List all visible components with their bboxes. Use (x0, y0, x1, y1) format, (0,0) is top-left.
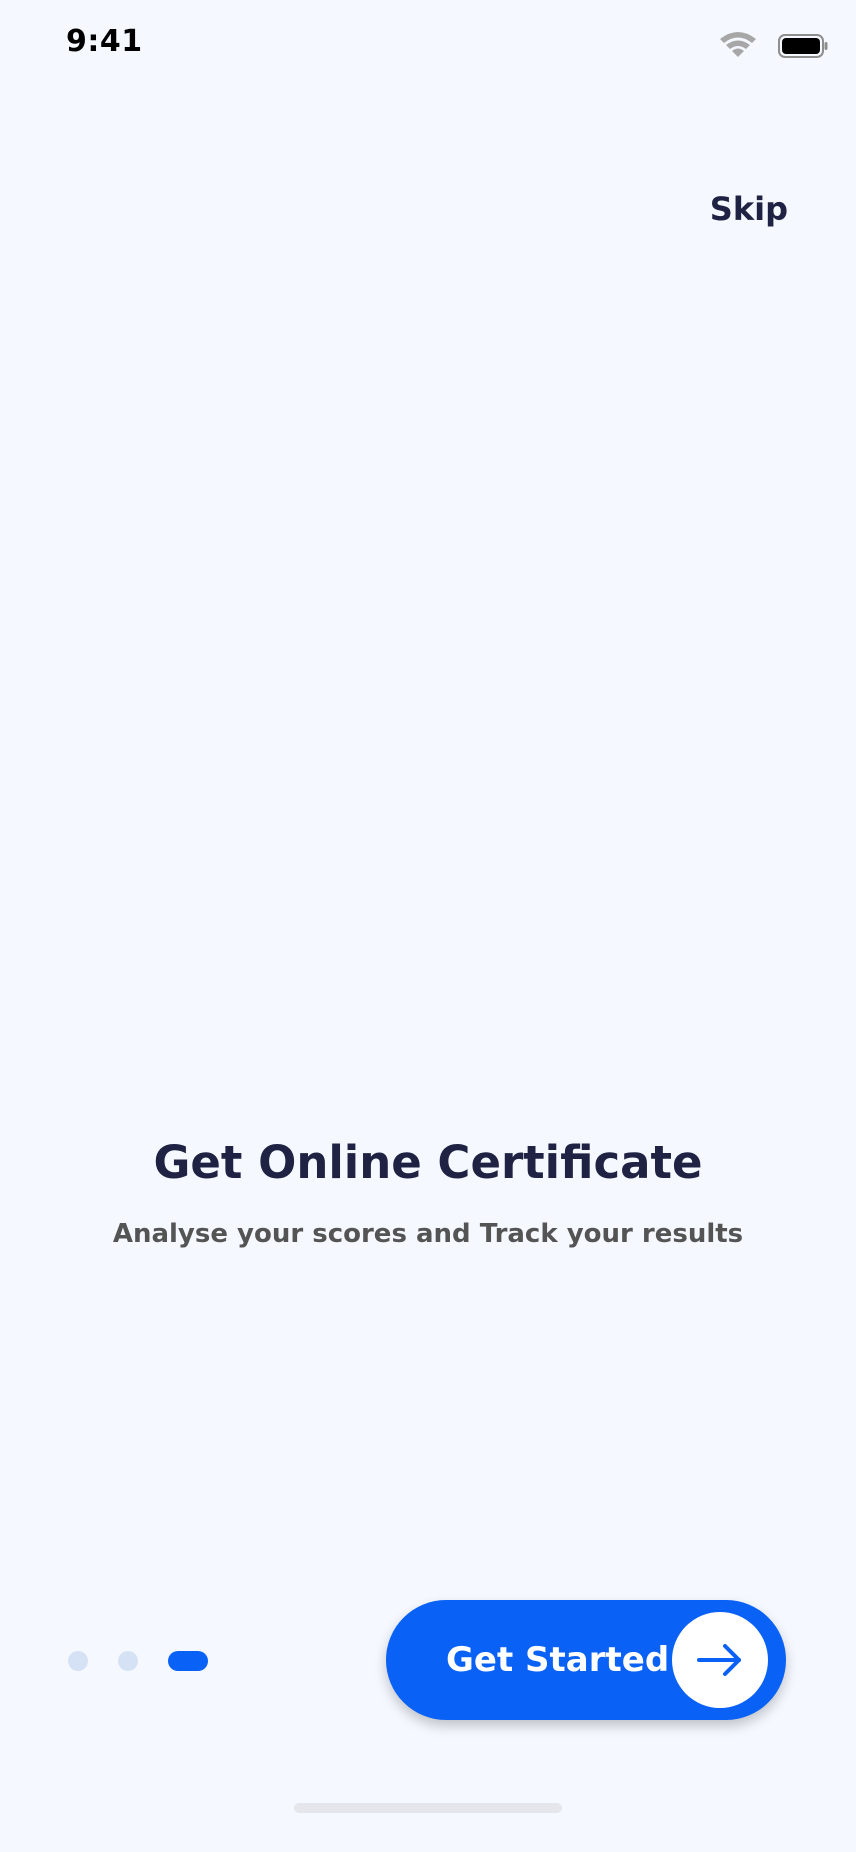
arrow-right-icon (697, 1644, 741, 1676)
arrow-circle (672, 1612, 768, 1708)
page-dot-1[interactable] (68, 1651, 88, 1671)
skip-button[interactable]: Skip (710, 190, 788, 228)
page-dot-3-active[interactable] (168, 1651, 208, 1671)
onboarding-title: Get Online Certificate (153, 1136, 703, 1189)
get-started-label: Get Started (446, 1640, 670, 1680)
battery-icon (778, 34, 828, 58)
home-indicator (294, 1803, 562, 1813)
illustration-area (0, 260, 856, 1080)
page-dot-2[interactable] (118, 1651, 138, 1671)
wifi-icon (720, 32, 756, 57)
status-time: 9:41 (66, 24, 143, 59)
get-started-button[interactable]: Get Started (386, 1600, 786, 1720)
status-bar: 9:41 (0, 0, 856, 96)
page-indicator (68, 1650, 208, 1672)
onboarding-subtitle: Analyse your scores and Track your resul… (112, 1219, 744, 1249)
